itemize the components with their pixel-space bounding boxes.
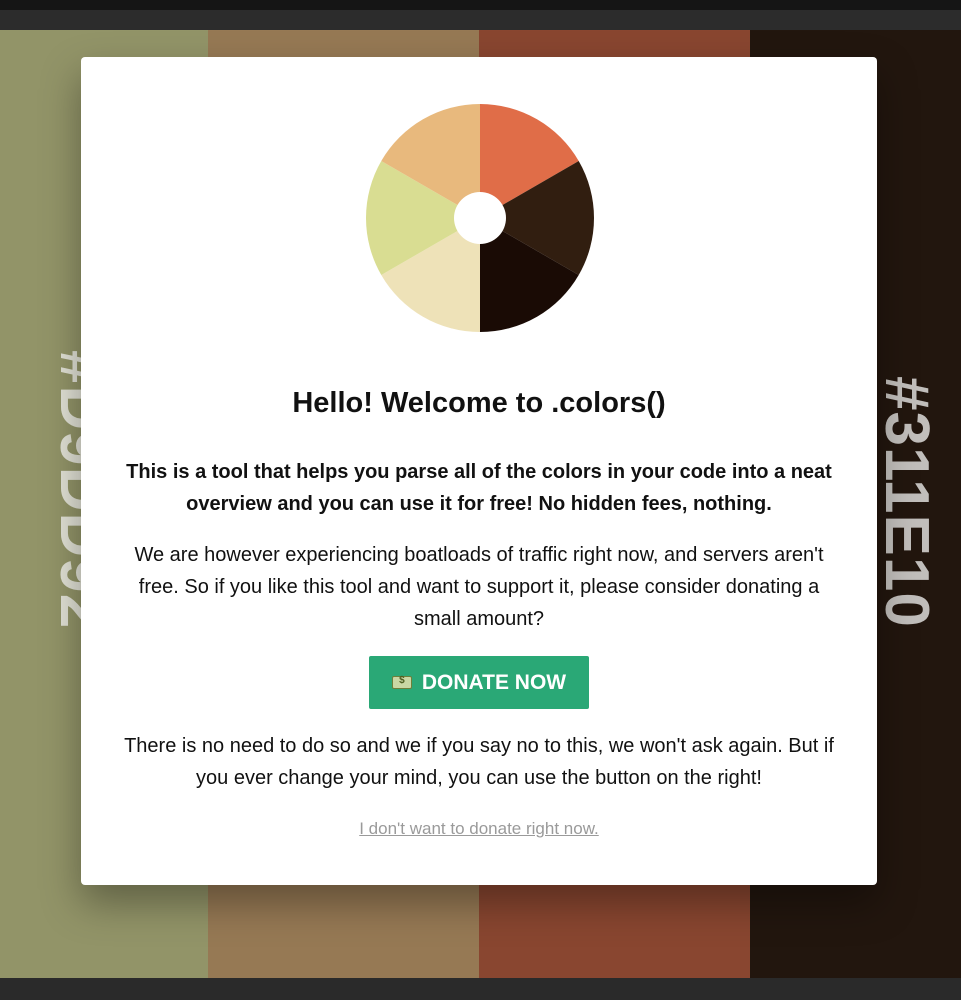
window-bottom-bar xyxy=(0,978,961,1000)
modal-footer-text: There is no need to do so and we if you … xyxy=(124,735,834,789)
window-top-bar xyxy=(0,0,961,30)
right-hex-label: #311E10 xyxy=(872,376,941,628)
donate-now-button[interactable]: DONATE NOW xyxy=(369,656,589,709)
modal-body-text: We are however experiencing boatloads of… xyxy=(134,544,824,630)
modal-title: Hello! Welcome to .colors() xyxy=(292,387,666,419)
donate-now-label: DONATE NOW xyxy=(421,670,567,694)
modal-lead-text: This is a tool that helps you parse all … xyxy=(126,461,832,515)
decline-donation-link[interactable]: I don't want to donate right now. xyxy=(81,819,877,839)
wheel-center-hole xyxy=(454,192,506,244)
money-icon xyxy=(391,675,412,689)
color-wheel-logo xyxy=(366,104,594,332)
donate-modal: Hello! Welcome to .colors() This is a to… xyxy=(81,57,877,885)
